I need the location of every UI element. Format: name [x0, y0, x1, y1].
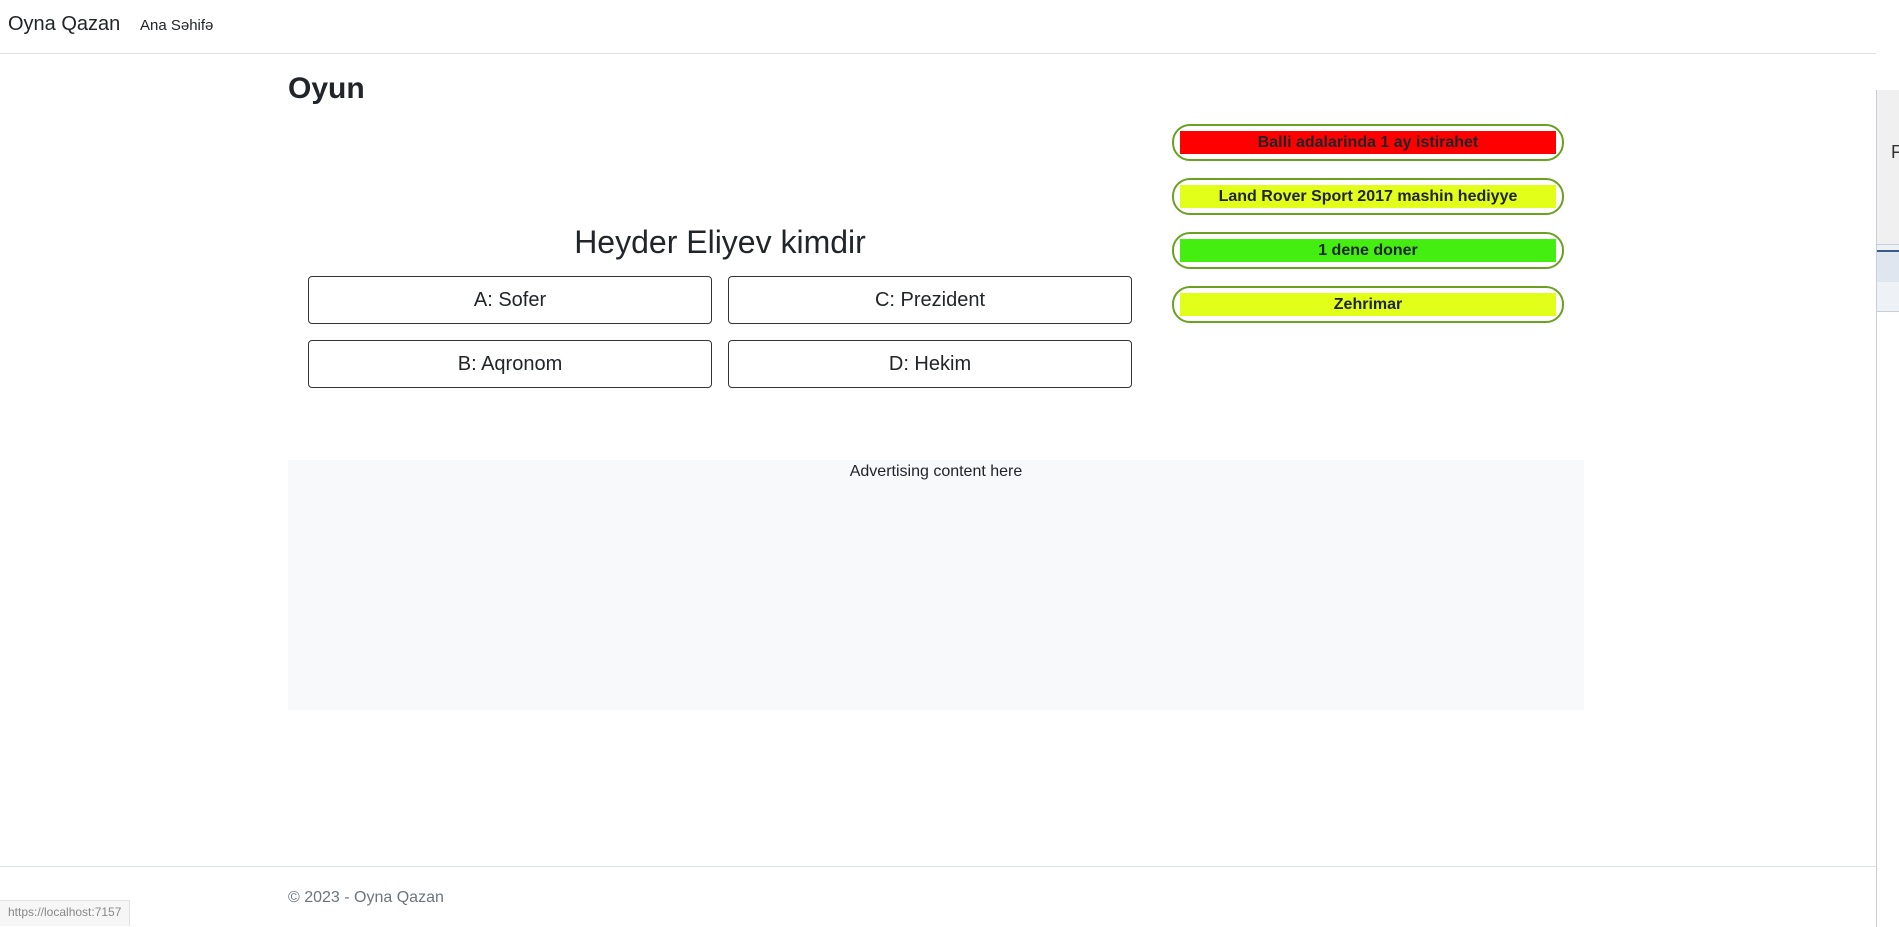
background-window: F [1876, 90, 1899, 927]
answer-d-button[interactable]: D: Hekim [728, 340, 1132, 388]
brand-link[interactable]: Oyna Qazan [8, 13, 120, 36]
footer-copyright: © 2023 - Oyna Qazan [288, 889, 444, 906]
background-window-panel: F [1877, 90, 1899, 245]
background-window-letter: F [1891, 142, 1899, 162]
nav-link-home[interactable]: Ana Səhifə [140, 17, 213, 34]
answer-c-button[interactable]: C: Prezident [728, 276, 1132, 324]
prize-item: Land Rover Sport 2017 mashin hediyye [1172, 178, 1564, 215]
answer-b-button[interactable]: B: Aqronom [308, 340, 712, 388]
prize-label: Zehrimar [1180, 293, 1556, 316]
prize-item: Zehrimar [1172, 286, 1564, 323]
status-bar-url: https://localhost:7157 [0, 900, 131, 926]
footer: © 2023 - Oyna Qazan [0, 866, 1876, 927]
prize-label: Land Rover Sport 2017 mashin hediyye [1180, 185, 1556, 208]
background-window-pane [1877, 250, 1899, 927]
question-text: Heyder Eliyev kimdir [574, 224, 866, 260]
page-title: Oyun [288, 72, 365, 105]
prize-label: 1 dene doner [1180, 239, 1556, 262]
prize-item: 1 dene doner [1172, 232, 1564, 269]
top-navbar: Oyna Qazan Ana Səhifə [0, 0, 1876, 54]
page: Oyna Qazan Ana Səhifə Oyun Heyder Eliyev… [0, 0, 1876, 927]
prize-item: Balli adalarinda 1 ay istirahet [1172, 124, 1564, 161]
prize-label: Balli adalarinda 1 ay istirahet [1180, 131, 1556, 154]
background-window-header [1877, 252, 1899, 282]
background-window-subheader [1877, 282, 1899, 312]
advertising-text: Advertising content here [849, 463, 1023, 480]
answer-a-button[interactable]: A: Sofer [308, 276, 712, 324]
advertising-block: Advertising content here [288, 460, 1584, 710]
